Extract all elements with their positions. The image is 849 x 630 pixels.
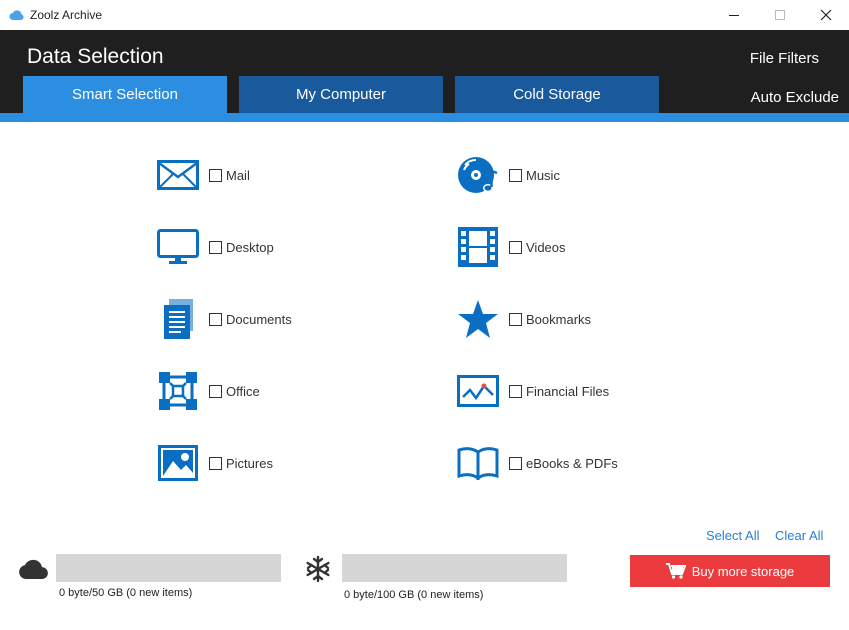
title-bar: Zoolz Archive	[0, 0, 849, 30]
file-filters-link[interactable]: File Filters	[750, 50, 819, 67]
music-icon	[457, 154, 499, 196]
category-bookmarks[interactable]: Bookmarks	[457, 296, 591, 342]
tab-cold-storage[interactable]: Cold Storage	[455, 76, 659, 113]
cloud-icon	[9, 8, 25, 20]
pictures-checkbox[interactable]	[209, 456, 222, 470]
tab-underline	[0, 113, 849, 122]
tab-my-computer[interactable]: My Computer	[239, 76, 443, 113]
videos-checkbox[interactable]	[509, 240, 522, 254]
category-label: Videos	[526, 239, 566, 255]
office-icon	[157, 370, 199, 412]
category-label: eBooks & PDFs	[526, 455, 618, 471]
tab-smart-selection[interactable]: Smart Selection	[23, 76, 227, 113]
cloud-usage-bar	[56, 554, 281, 582]
window-title: Zoolz Archive	[30, 8, 103, 22]
cold-usage-bar	[342, 554, 567, 582]
clear-all-link[interactable]: Clear All	[775, 528, 823, 543]
buy-more-storage-button[interactable]: Buy more storage	[630, 555, 830, 587]
ebooks-pdfs-checkbox[interactable]	[509, 456, 522, 470]
category-label: Desktop	[226, 239, 274, 255]
category-label: Music	[526, 167, 560, 183]
category-documents[interactable]: Documents	[157, 296, 292, 342]
category-label: Documents	[226, 311, 292, 327]
category-label: Office	[226, 383, 260, 399]
select-all-link[interactable]: Select All	[706, 528, 759, 543]
category-music[interactable]: Music	[457, 152, 560, 198]
category-financial-files[interactable]: Financial Files	[457, 368, 609, 414]
bookmarks-checkbox[interactable]	[509, 312, 522, 326]
cart-icon	[665, 563, 686, 579]
film-icon	[457, 226, 499, 268]
picture-icon	[157, 442, 199, 484]
cloud-usage-text: 0 byte/50 GB (0 new items)	[59, 587, 193, 599]
snowflake-icon	[305, 555, 331, 588]
category-label: Mail	[226, 167, 250, 183]
desktop-checkbox[interactable]	[209, 240, 222, 254]
music-checkbox[interactable]	[509, 168, 522, 182]
book-icon	[457, 442, 499, 484]
mail-checkbox[interactable]	[209, 168, 222, 182]
category-mail[interactable]: Mail	[157, 152, 250, 198]
minimize-button[interactable]	[711, 0, 757, 30]
documents-checkbox[interactable]	[209, 312, 222, 326]
category-videos[interactable]: Videos	[457, 224, 566, 270]
cloud-storage-icon	[18, 558, 50, 585]
documents-icon	[157, 298, 199, 340]
financial-files-checkbox[interactable]	[509, 384, 522, 398]
monitor-icon	[157, 226, 199, 268]
mail-icon	[157, 154, 199, 196]
category-pictures[interactable]: Pictures	[157, 440, 273, 486]
cold-usage-text: 0 byte/100 GB (0 new items)	[344, 589, 484, 601]
chart-icon	[457, 370, 499, 412]
header: Data Selection File Filters Auto Exclude…	[0, 30, 849, 113]
star-icon	[457, 298, 499, 340]
category-label: Pictures	[226, 455, 273, 471]
category-label: Bookmarks	[526, 311, 592, 327]
category-desktop[interactable]: Desktop	[157, 224, 274, 270]
auto-exclude-link[interactable]: Auto Exclude	[751, 89, 839, 106]
maximize-button[interactable]	[757, 0, 803, 30]
office-checkbox[interactable]	[209, 384, 222, 398]
category-ebooks-pdfs[interactable]: eBooks & PDFs	[457, 440, 618, 486]
close-button[interactable]	[803, 0, 849, 30]
category-office[interactable]: Office	[157, 368, 260, 414]
category-label: Financial Files	[526, 383, 610, 399]
page-title: Data Selection	[27, 45, 164, 68]
buy-more-storage-label: Buy more storage	[691, 563, 795, 579]
